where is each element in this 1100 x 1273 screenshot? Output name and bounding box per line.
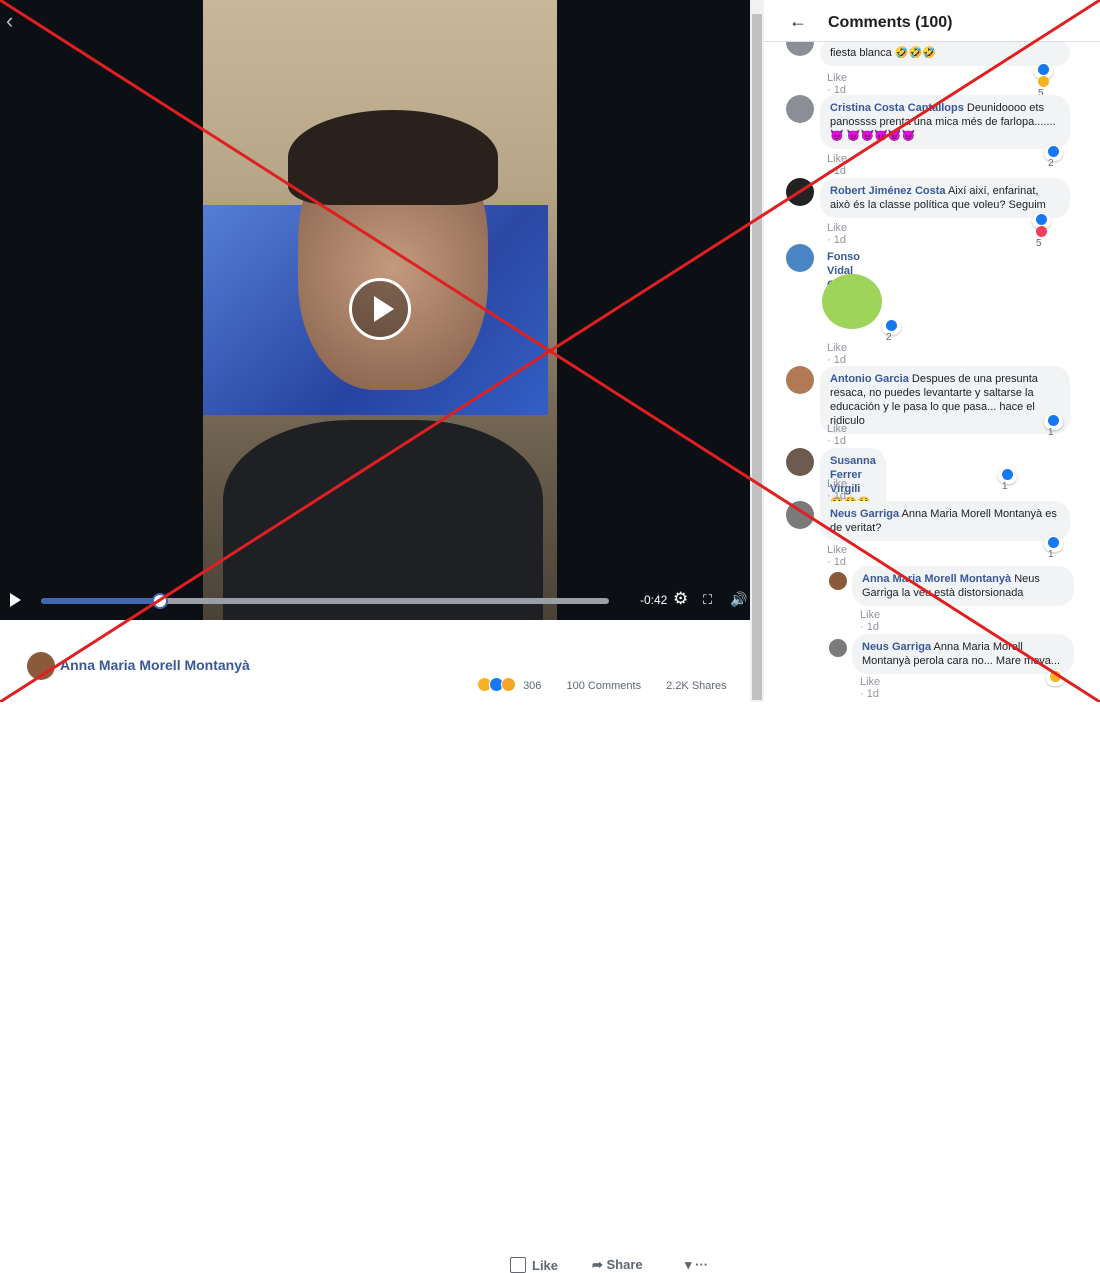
comment-bubble: Antonio Garcia Despues de una presunta r… [820, 366, 1070, 434]
avatar[interactable] [786, 448, 814, 476]
post-stats: 306 100 Comments 2.2K Shares [477, 677, 749, 692]
video-player[interactable]: ‹ -0:42 ⚙ ⛶ 🔊 [0, 0, 750, 620]
avatar[interactable] [829, 572, 847, 590]
progress-bar[interactable] [41, 593, 609, 609]
time-remaining: -0:42 [640, 593, 668, 607]
reaction-icons[interactable] [477, 677, 516, 692]
comment-author[interactable]: Antonio Garcia [830, 373, 909, 385]
comment-author[interactable]: Neus Garriga [830, 508, 899, 520]
comments-panel: ← Comments (100) fiesta blanca 🤣🤣🤣 Like … [764, 0, 1100, 702]
gear-icon[interactable]: ⚙ [673, 589, 688, 609]
comment-meta[interactable]: Like · 1d [827, 72, 847, 96]
comment-meta[interactable]: Like · 1d [860, 609, 880, 633]
scrollbar-thumb[interactable] [752, 14, 762, 700]
comments-count[interactable]: 100 Comments [566, 680, 641, 692]
comments-title: Comments (100) [828, 14, 953, 31]
avatar[interactable] [786, 95, 814, 123]
reaction-count-badge[interactable]: 1 [1044, 414, 1063, 438]
comment-author[interactable]: Robert Jiménez Costa [830, 185, 946, 197]
comment-bubble: Robert Jiménez Costa Així així, enfarina… [820, 178, 1070, 218]
chevron-left-icon[interactable]: ‹ [6, 8, 13, 34]
comment-bubble: Anna Maria Morell Montanyà Neus Garriga … [852, 566, 1074, 606]
reaction-count-badge[interactable]: 1 [998, 468, 1017, 492]
comment-meta[interactable]: Like · 1d [827, 478, 847, 502]
reaction-count-badge[interactable]: 1 [1044, 536, 1063, 560]
reaction-count-badge[interactable]: 2 [882, 319, 901, 343]
play-icon[interactable] [10, 593, 21, 607]
comment-author[interactable]: Neus Garriga [862, 641, 931, 653]
comment-meta[interactable]: Like · 1d [860, 676, 880, 700]
more-menu-button[interactable]: ▾ ··· [685, 1257, 708, 1273]
play-button[interactable] [349, 278, 411, 340]
video-controls: -0:42 ⚙ ⛶ 🔊 [0, 585, 750, 615]
wow-reaction-icon [501, 677, 516, 692]
post-author[interactable]: Anna Maria Morell Montanyà [60, 657, 250, 673]
fullscreen-icon[interactable]: ⛶ [703, 592, 712, 608]
comment-meta[interactable]: Like · 1d [827, 222, 847, 246]
comment-meta[interactable]: Like · 1d [827, 544, 847, 568]
person-hair [288, 110, 498, 205]
back-arrow-icon[interactable]: ← [789, 11, 807, 32]
comment-meta[interactable]: Like · 1d [827, 153, 847, 177]
like-button[interactable]: Like [510, 1257, 558, 1273]
avatar[interactable] [786, 244, 814, 272]
comment-bubble: fiesta blanca 🤣🤣🤣 [820, 40, 1070, 66]
comment-author[interactable]: Cristina Costa Cantallops [830, 102, 964, 114]
reaction-count-badge[interactable]: 5 [1034, 63, 1053, 99]
volume-icon[interactable]: 🔊 [730, 591, 747, 608]
comment-author[interactable]: Anna Maria Morell Montanyà [862, 573, 1011, 585]
shares-count[interactable]: 2.2K Shares [666, 680, 727, 692]
sticker-image[interactable] [822, 274, 882, 329]
avatar[interactable] [786, 501, 814, 529]
avatar[interactable] [786, 178, 814, 206]
comment-bubble: Neus Garriga Anna Maria Morell Montanyà … [852, 634, 1074, 674]
share-button[interactable]: ➦ Share [592, 1257, 643, 1273]
reaction-count[interactable]: 306 [523, 680, 541, 692]
reaction-badge[interactable] [1046, 670, 1065, 686]
comment-bubble: Cristina Costa Cantallops Deunidoooo ets… [820, 95, 1070, 149]
progress-fill [41, 598, 161, 604]
thumbs-up-icon [510, 1257, 526, 1273]
progress-knob[interactable] [152, 593, 169, 609]
comment-meta[interactable]: Like · 1d [827, 342, 847, 366]
avatar[interactable] [786, 366, 814, 394]
avatar[interactable] [27, 652, 55, 680]
reaction-count-badge[interactable]: 2 [1044, 145, 1063, 169]
avatar[interactable] [829, 639, 847, 657]
comments-header: ← Comments (100) [764, 0, 1100, 42]
reaction-count-badge[interactable]: 5 [1032, 213, 1051, 249]
share-icon: ➦ [592, 1257, 607, 1272]
comment-bubble: Neus Garriga Anna Maria Morell Montanyà … [820, 501, 1070, 541]
comment-meta[interactable]: Like · 1d [827, 423, 847, 447]
